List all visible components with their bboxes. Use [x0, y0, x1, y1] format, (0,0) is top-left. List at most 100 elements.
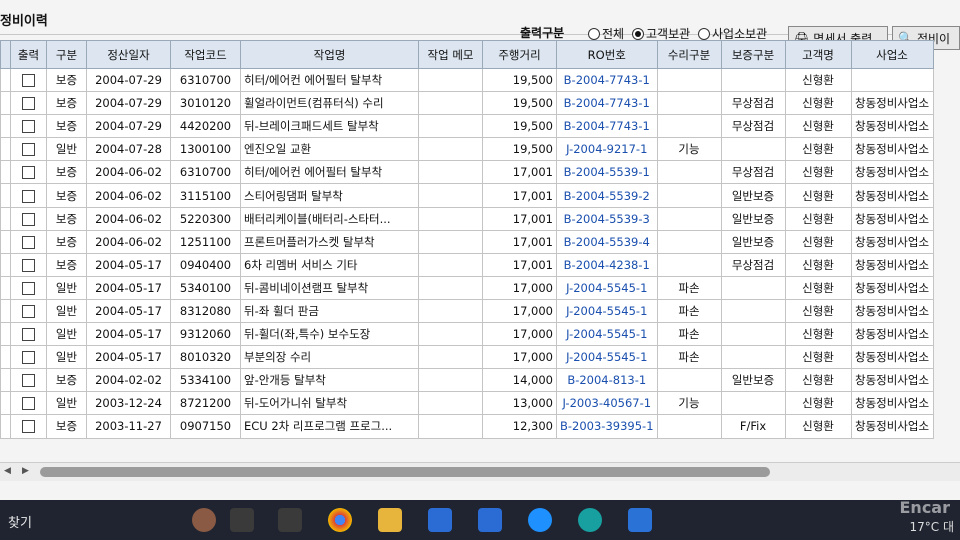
- print-checkbox[interactable]: [22, 328, 35, 342]
- cell-date: 2003-12-24: [86, 391, 171, 416]
- cell-repair: 파손: [656, 322, 722, 347]
- cell-date: 2004-05-17: [86, 345, 171, 370]
- table-row[interactable]: 보증 2004-05-17 0940400 6차 리멤버 서비스 기타 17,001 B-…: [0, 252, 934, 277]
- table-row[interactable]: 일반 2004-05-17 9312060 뒤-휠더(좌,특수) 보수도장 17,000…: [0, 322, 934, 347]
- cell-warranty: 무상점검: [720, 160, 786, 185]
- cell-name: 엔진오일 교환: [240, 137, 419, 162]
- cell-memo: [418, 114, 483, 139]
- cell-repair: [656, 67, 722, 93]
- mail-icon[interactable]: [478, 508, 502, 532]
- cell-warranty: 일반보증: [720, 206, 786, 231]
- table-row[interactable]: 일반 2004-05-17 8010320 부분의장 수리 17,000 J-2004-5…: [0, 345, 934, 370]
- cell-name: 프론트머플러가스켓 탈부착: [240, 229, 419, 254]
- cell-type: 일반: [46, 137, 87, 162]
- column-header[interactable]: 사업소: [850, 40, 934, 69]
- taskbar-search[interactable]: 찾기: [8, 512, 32, 531]
- cell-km: 19,500: [482, 91, 557, 116]
- table-row[interactable]: 보증 2004-06-02 1251100 프론트머플러가스켓 탈부착 17,001 B-…: [0, 229, 934, 254]
- print-checkbox[interactable]: [22, 420, 35, 434]
- cell-date: 2004-07-28: [86, 137, 171, 162]
- table-row[interactable]: 일반 2004-07-28 1300100 엔진오일 교환 19,500 J-2004-9…: [0, 137, 934, 162]
- print-type-label: 출력구분: [520, 26, 565, 40]
- print-checkbox[interactable]: [22, 304, 35, 318]
- ie-icon[interactable]: [528, 508, 552, 532]
- widgets-icon[interactable]: [230, 508, 254, 532]
- cell-date: 2004-06-02: [86, 206, 171, 231]
- column-header[interactable]: 주행거리: [482, 40, 557, 69]
- avatar-icon[interactable]: [192, 508, 216, 532]
- column-header[interactable]: 정산일자: [86, 40, 171, 69]
- table-row[interactable]: 일반 2004-05-17 8312080 뒤-좌 휠더 판금 17,000 J-2004…: [0, 298, 934, 324]
- weather-widget[interactable]: 17°C 대: [909, 518, 954, 535]
- print-checkbox[interactable]: [22, 281, 35, 295]
- print-checkbox[interactable]: [22, 120, 35, 134]
- cell-date: 2004-06-02: [86, 183, 171, 208]
- cell-customer: 신형환: [784, 91, 852, 116]
- table-row[interactable]: 보증 2004-07-29 6310700 히터/에어컨 에어필터 탈부착 19,500…: [0, 67, 934, 93]
- print-checkbox[interactable]: [22, 351, 35, 365]
- column-header[interactable]: 작업 메모: [418, 40, 483, 69]
- column-header[interactable]: 출력: [10, 40, 47, 69]
- edge-icon[interactable]: [578, 508, 602, 532]
- print-checkbox[interactable]: [22, 374, 35, 388]
- column-header[interactable]: 구분: [46, 40, 87, 69]
- table-row[interactable]: 보증 2004-07-29 3010120 휠얼라이먼트(컴퓨터식) 수리 19,500…: [0, 91, 934, 116]
- print-checkbox-cell: [10, 391, 47, 416]
- horizontal-scrollbar[interactable]: ◀ ▶: [0, 462, 960, 481]
- radio-customer-copy-dot: [632, 27, 644, 40]
- table-row[interactable]: 보증 2004-07-29 4420200 뒤-브레이크패드세트 탈부착 19,500 B…: [0, 114, 934, 139]
- scroll-left-icon[interactable]: ◀: [4, 466, 11, 476]
- column-header[interactable]: RO번호: [556, 40, 658, 69]
- cell-office: 창동정비사업소: [850, 322, 934, 347]
- column-header[interactable]: 보증구분: [720, 40, 786, 69]
- cell-name: 뒤-좌 휠더 판금: [240, 298, 419, 324]
- column-header[interactable]: 작업코드: [170, 40, 241, 69]
- print-checkbox[interactable]: [22, 74, 35, 88]
- cell-date: 2004-06-02: [86, 160, 171, 185]
- cell-customer: 신형환: [784, 391, 852, 416]
- radio-office-copy-dot: [698, 27, 710, 40]
- row-marker-header: [0, 40, 11, 69]
- table-row[interactable]: 보증 2003-11-27 0907150 ECU 2차 리프로그램 프로그... 12…: [0, 414, 934, 439]
- print-checkbox[interactable]: [22, 166, 35, 180]
- cell-name: 히터/에어컨 에어필터 탈부착: [240, 67, 419, 93]
- column-header[interactable]: 고객명: [784, 40, 852, 69]
- print-checkbox[interactable]: [22, 212, 35, 226]
- table-row[interactable]: 일반 2004-05-17 5340100 뒤-콤비네이션램프 탈부착 17,000 J-…: [0, 275, 934, 300]
- file-explorer-icon[interactable]: [378, 508, 402, 532]
- table-row[interactable]: 보증 2004-06-02 6310700 히터/에어컨 에어필터 탈부착 17,001…: [0, 160, 934, 185]
- print-checkbox[interactable]: [22, 397, 35, 411]
- cell-code: 4420200: [170, 114, 241, 139]
- cell-office: 창동정비사업소: [850, 345, 934, 370]
- chrome-icon[interactable]: [328, 508, 352, 532]
- row-marker: [0, 91, 11, 116]
- column-header[interactable]: 수리구분: [656, 40, 722, 69]
- print-checkbox[interactable]: [22, 97, 35, 111]
- cell-code: 6310700: [170, 67, 241, 93]
- print-checkbox[interactable]: [22, 189, 35, 203]
- table-row[interactable]: 보증 2004-06-02 5220300 배터리케이블(배터리-스타터... 17,0…: [0, 206, 934, 231]
- cell-code: 3010120: [170, 91, 241, 116]
- print-checkbox-cell: [10, 183, 47, 208]
- table-row[interactable]: 일반 2003-12-24 8721200 뒤-도어가니쉬 탈부착 13,000 J-20…: [0, 391, 934, 416]
- print-checkbox[interactable]: [22, 235, 35, 249]
- cell-code: 8312080: [170, 298, 241, 324]
- cell-customer: 신형환: [784, 229, 852, 254]
- scrollbar-thumb[interactable]: [40, 467, 770, 477]
- table-row[interactable]: 보증 2004-06-02 3115100 스티어링댐퍼 탈부착 17,001 B-200…: [0, 183, 934, 208]
- cell-date: 2004-07-29: [86, 67, 171, 93]
- app-icon[interactable]: [628, 508, 652, 532]
- cell-ro: J-2004-5545-1: [556, 275, 658, 300]
- scroll-right-icon[interactable]: ▶: [22, 466, 29, 476]
- print-checkbox[interactable]: [22, 258, 35, 272]
- print-checkbox-cell: [10, 345, 47, 370]
- column-header[interactable]: 작업명: [240, 40, 419, 69]
- table-row[interactable]: 보증 2004-02-02 5334100 앞-안개등 탈부착 14,000 B-2004…: [0, 368, 934, 393]
- cell-type: 보증: [46, 229, 87, 254]
- store-icon[interactable]: [428, 508, 452, 532]
- print-checkbox[interactable]: [22, 143, 35, 157]
- task-view-icon[interactable]: [278, 508, 302, 532]
- cell-name: ECU 2차 리프로그램 프로그...: [240, 414, 419, 439]
- print-checkbox-cell: [10, 114, 47, 139]
- cell-warranty: 일반보증: [720, 229, 786, 254]
